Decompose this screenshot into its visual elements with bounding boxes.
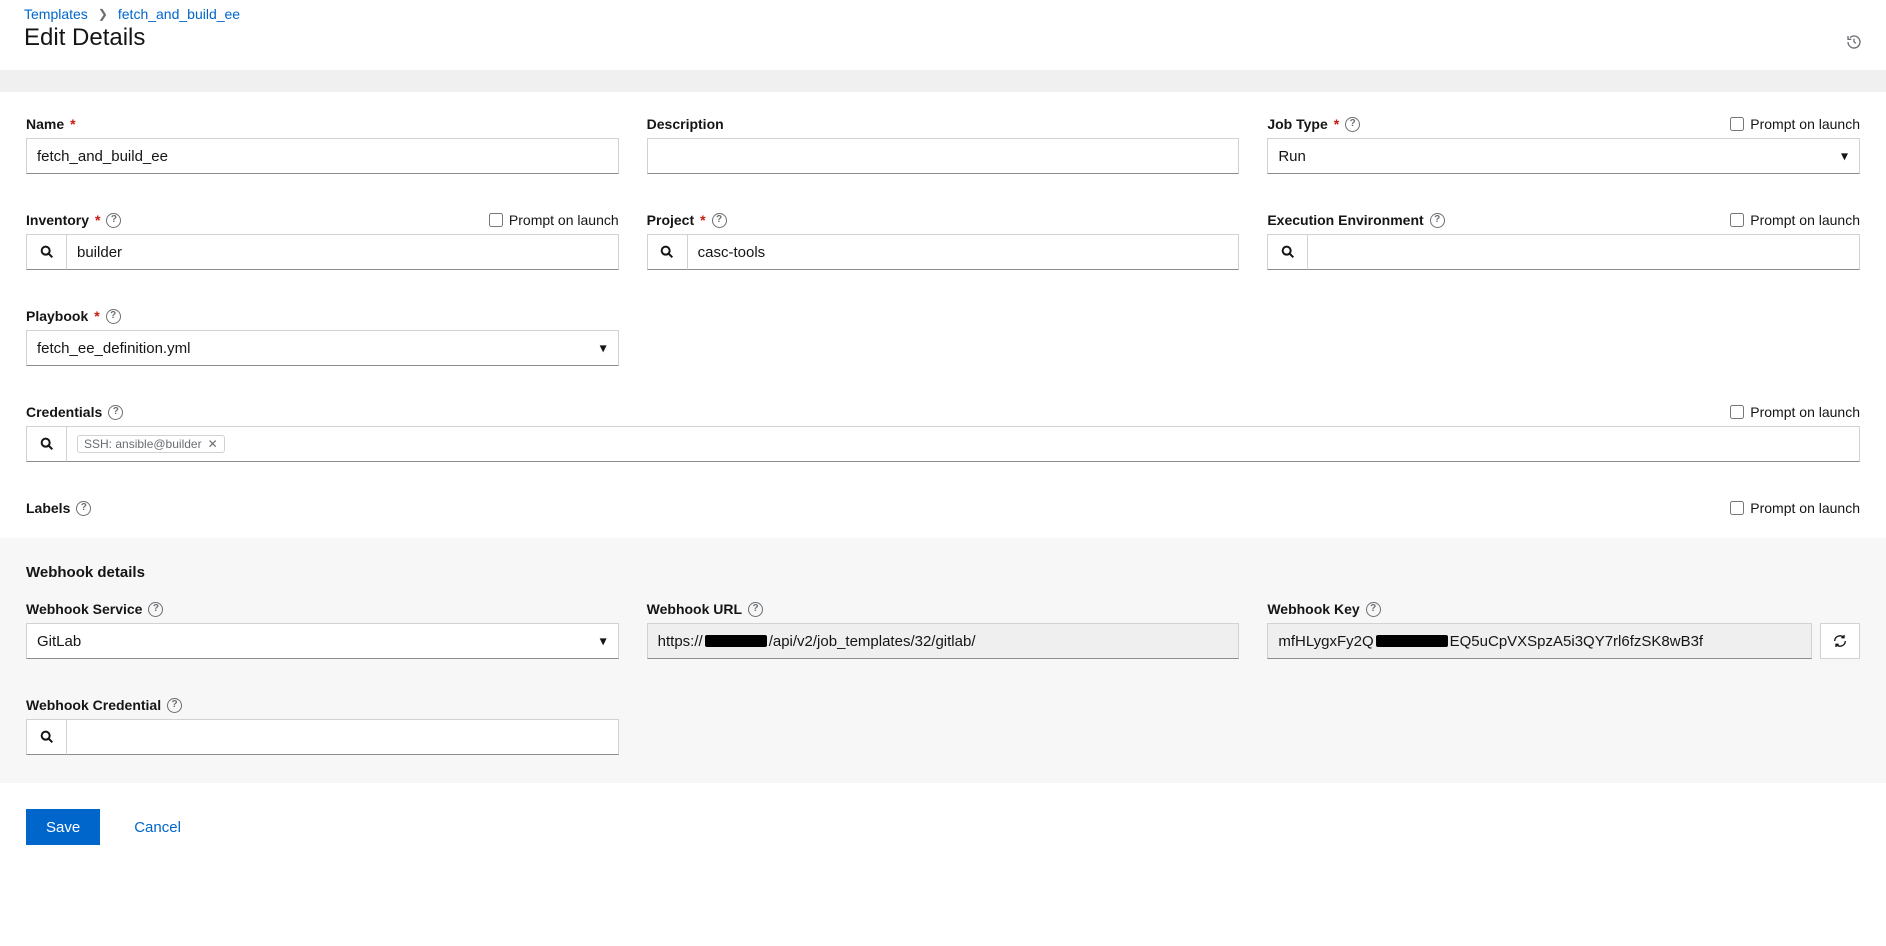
field-description: Description [647,114,1240,174]
prompt-credentials-checkbox[interactable] [1730,405,1744,419]
job-type-select[interactable] [1267,138,1860,174]
cancel-button[interactable]: Cancel [128,818,187,837]
credentials-input[interactable]: SSH: ansible@builder ✕ [66,426,1860,462]
label-name: Name* [26,116,76,132]
prompt-labels-checkbox[interactable] [1730,501,1744,515]
help-icon[interactable]: ? [1366,602,1381,617]
required-icon: * [1334,116,1339,132]
breadcrumb-current[interactable]: fetch_and_build_ee [118,6,240,22]
webhook-service-select[interactable] [26,623,619,659]
field-labels: Labels ? Prompt on launch [26,498,1860,516]
label-project: Project* ? [647,212,727,228]
label-webhook-credential: Webhook Credential ? [26,697,182,713]
required-icon: * [95,212,100,228]
help-icon[interactable]: ? [712,213,727,228]
save-button[interactable]: Save [26,809,100,845]
help-icon[interactable]: ? [76,501,91,516]
name-input[interactable] [26,138,619,174]
help-icon[interactable]: ? [148,602,163,617]
exec-env-search-button[interactable] [1267,234,1307,270]
field-job-type: Job Type* ? Prompt on launch ▾ [1267,114,1860,174]
help-icon[interactable]: ? [106,309,121,324]
field-project: Project* ? casc-tools [647,210,1240,270]
redacted-icon [1376,635,1448,647]
label-description: Description [647,116,724,132]
field-inventory: Inventory* ? Prompt on launch builder [26,210,619,270]
prompt-job-type-checkbox[interactable] [1730,117,1744,131]
help-icon[interactable]: ? [1345,117,1360,132]
field-webhook-key: Webhook Key ? mfHLygxFy2Q EQ5uCpVXSpzA5i… [1267,599,1860,659]
help-icon[interactable]: ? [108,405,123,420]
chevron-right-icon: ❯ [98,7,108,21]
label-credentials: Credentials ? [26,404,123,420]
label-exec-env: Execution Environment ? [1267,212,1444,228]
prompt-job-type[interactable]: Prompt on launch [1730,116,1860,132]
help-icon[interactable]: ? [106,213,121,228]
help-icon[interactable]: ? [167,698,182,713]
prompt-credentials[interactable]: Prompt on launch [1730,404,1860,420]
redacted-icon [705,635,767,647]
label-labels: Labels ? [26,500,91,516]
breadcrumb-templates[interactable]: Templates [24,6,88,22]
breadcrumb: Templates ❯ fetch_and_build_ee [24,6,1862,22]
chip-remove-icon[interactable]: ✕ [208,437,218,451]
project-search-button[interactable] [647,234,687,270]
credentials-search-button[interactable] [26,426,66,462]
exec-env-input[interactable] [1307,234,1860,270]
section-webhook-title: Webhook details [26,564,1860,581]
project-input[interactable]: casc-tools [687,234,1240,270]
required-icon: * [70,116,75,132]
field-name: Name* [26,114,619,174]
required-icon: * [94,308,99,324]
description-input[interactable] [647,138,1240,174]
webhook-credential-input[interactable] [66,719,619,755]
label-job-type: Job Type* ? [1267,116,1360,132]
required-icon: * [700,212,705,228]
field-webhook-url: Webhook URL ? https:// /api/v2/job_templ… [647,599,1240,659]
help-icon[interactable]: ? [748,602,763,617]
playbook-select[interactable] [26,330,619,366]
credential-chip: SSH: ansible@builder ✕ [77,435,225,453]
label-webhook-url: Webhook URL ? [647,601,763,617]
inventory-search-button[interactable] [26,234,66,270]
webhook-credential-search-button[interactable] [26,719,66,755]
webhook-key-refresh-button[interactable] [1820,623,1860,659]
prompt-inventory-checkbox[interactable] [489,213,503,227]
webhook-url-input: https:// /api/v2/job_templates/32/gitlab… [647,623,1240,659]
prompt-exec-env-checkbox[interactable] [1730,213,1744,227]
inventory-input[interactable]: builder [66,234,619,270]
prompt-inventory[interactable]: Prompt on launch [489,212,619,228]
prompt-labels[interactable]: Prompt on launch [1730,500,1860,516]
help-icon[interactable]: ? [1430,213,1445,228]
page-title: Edit Details [24,24,145,52]
field-webhook-credential: Webhook Credential ? [26,695,619,755]
field-exec-env: Execution Environment ? Prompt on launch [1267,210,1860,270]
label-webhook-key: Webhook Key ? [1267,601,1380,617]
history-icon[interactable] [1846,34,1862,53]
webhook-key-input: mfHLygxFy2Q EQ5uCpVXSpzA5i3QY7rl6fzSK8wB… [1267,623,1812,659]
field-playbook: Playbook* ? ▾ [26,306,619,366]
label-inventory: Inventory* ? [26,212,121,228]
label-webhook-service: Webhook Service ? [26,601,163,617]
prompt-exec-env[interactable]: Prompt on launch [1730,212,1860,228]
field-webhook-service: Webhook Service ? ▾ [26,599,619,659]
label-playbook: Playbook* ? [26,308,121,324]
field-credentials: Credentials ? Prompt on launch SSH: ans [26,402,1860,462]
